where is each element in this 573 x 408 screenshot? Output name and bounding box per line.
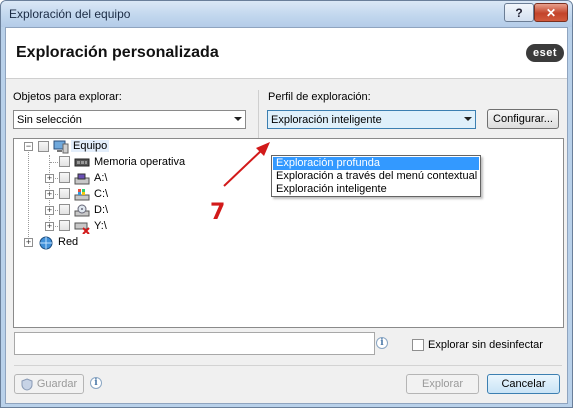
tree-line (28, 147, 29, 239)
profile-option-menu-contextual[interactable]: Exploración a través del menú contextual (273, 170, 479, 183)
shield-icon (21, 377, 33, 391)
save-button[interactable]: Guardar (14, 374, 84, 394)
scan-dialog: Exploración del equipo ? ✕ Exploración p… (0, 0, 573, 408)
tree-item-drive-c[interactable]: C:\ (94, 188, 108, 200)
close-button[interactable]: ✕ (534, 3, 568, 22)
window-title: Exploración del equipo (9, 7, 131, 21)
profile-option-inteligente[interactable]: Exploración inteligente (273, 183, 479, 196)
scan-path-input[interactable] (14, 332, 375, 355)
profile-select[interactable]: Exploración inteligente (267, 110, 476, 129)
eset-logo: eset (526, 44, 564, 62)
objects-select[interactable]: Sin selección (13, 110, 246, 129)
expand-toggle[interactable]: + (45, 174, 54, 183)
tree-item-memoria[interactable]: Memoria operativa (94, 156, 185, 168)
computer-icon (53, 140, 69, 154)
no-clean-checkbox[interactable] (412, 339, 424, 351)
info-icon[interactable]: i (376, 337, 388, 349)
profile-dropdown-list[interactable]: Exploración profunda Exploración a travé… (271, 155, 481, 197)
memory-checkbox[interactable] (59, 156, 70, 167)
page-title: Exploración personalizada (16, 44, 219, 61)
system-drive-icon (74, 189, 90, 201)
profile-select-value: Exploración inteligente (271, 113, 382, 126)
profile-label: Perfil de exploración: (268, 91, 371, 103)
configure-button[interactable]: Configurar... (487, 109, 559, 129)
collapse-toggle[interactable]: − (24, 142, 33, 151)
objects-label: Objetos para explorar: (13, 91, 122, 103)
expand-toggle[interactable]: + (45, 206, 54, 215)
close-icon: ✕ (545, 5, 557, 20)
help-button[interactable]: ? (504, 3, 534, 22)
tree-item-drive-a[interactable]: A:\ (94, 172, 107, 184)
optical-drive-icon (74, 204, 90, 217)
info-icon[interactable]: i (90, 377, 102, 389)
divider (14, 365, 562, 366)
profile-option-profunda[interactable]: Exploración profunda (273, 157, 479, 170)
expand-toggle[interactable]: + (45, 222, 54, 231)
save-label: Guardar (36, 378, 78, 390)
drive-c-checkbox[interactable] (59, 188, 70, 199)
expand-toggle[interactable]: + (24, 238, 33, 247)
scan-button[interactable]: Explorar (406, 374, 479, 394)
chevron-down-icon (464, 117, 472, 121)
no-clean-label: Explorar sin desinfectar (428, 339, 543, 351)
cancel-button[interactable]: Cancelar (487, 374, 560, 394)
title-bar: Exploración del equipo ? ✕ (1, 1, 572, 27)
annotation-number: 7 (210, 200, 226, 225)
dialog-body: Exploración personalizada eset Objetos p… (5, 27, 568, 404)
tree-item-equipo[interactable]: Equipo (71, 140, 110, 152)
expand-toggle[interactable]: + (45, 190, 54, 199)
objects-select-value: Sin selección (17, 113, 82, 126)
floppy-drive-icon (74, 173, 90, 185)
drive-a-checkbox[interactable] (59, 172, 70, 183)
drive-y-checkbox[interactable] (59, 220, 70, 231)
disconnected-drive-icon (74, 222, 90, 234)
memory-chip-icon (74, 158, 90, 167)
help-icon: ? (515, 5, 523, 20)
tree-item-drive-d[interactable]: D:\ (94, 204, 108, 216)
network-icon (39, 236, 53, 250)
drive-d-checkbox[interactable] (59, 204, 70, 215)
annotation-arrow-icon (223, 142, 270, 187)
tree-item-drive-y[interactable]: Y:\ (94, 220, 107, 232)
chevron-down-icon (234, 117, 242, 121)
tree-item-red[interactable]: Red (58, 236, 78, 248)
equipo-checkbox[interactable] (38, 141, 49, 152)
header: Exploración personalizada eset (6, 28, 567, 79)
